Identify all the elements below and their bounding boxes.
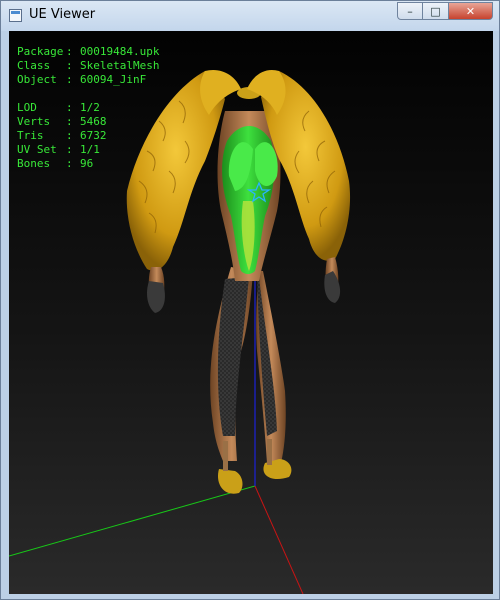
info-row-class: Class: SkeletalMesh (17, 59, 159, 73)
info-separator: : (66, 101, 73, 114)
info-value: 00019484.upk (80, 45, 160, 58)
info-value: 5468 (80, 115, 107, 128)
mesh-info-overlay: Package:00019484.upk Class: SkeletalMesh … (17, 45, 159, 171)
info-separator: : (66, 59, 73, 72)
info-label: Verts (17, 115, 51, 128)
info-separator: : (66, 129, 73, 142)
info-row-tris: Tris:6732 (17, 129, 159, 143)
info-separator: : (66, 157, 73, 170)
character-model (126, 69, 351, 494)
info-row-object: Object:60094_JinF (17, 73, 159, 87)
info-label: Package (17, 45, 64, 58)
info-label: Object (17, 73, 57, 86)
minimize-icon: – (407, 4, 413, 18)
info-separator: : (66, 143, 73, 156)
maximize-icon: □ (430, 4, 441, 18)
minimize-button[interactable]: – (397, 2, 423, 20)
app-window: UE Viewer – □ ✕ Package: 00019484.upk C… (0, 0, 500, 600)
info-label: Bones (17, 157, 51, 170)
info-separator: : (66, 45, 73, 58)
info-value: 1/2 (80, 101, 100, 114)
y-axis-line (9, 485, 256, 557)
info-value: 60094_JinF (80, 73, 147, 86)
info-row-verts: Verts:5468 (17, 115, 159, 129)
3d-viewport[interactable]: Package:00019484.upk Class: SkeletalMesh … (9, 31, 493, 594)
window-title: UE Viewer (29, 7, 96, 22)
info-label: LOD (17, 101, 37, 114)
info-value: 1/1 (80, 143, 100, 156)
info-label: Tris (17, 129, 44, 142)
info-separator: : (66, 73, 73, 86)
window-controls: – □ ✕ (397, 2, 493, 20)
info-row-uvset: UV Set:1/1 (17, 143, 159, 157)
maximize-button[interactable]: □ (423, 2, 449, 20)
x-axis-line (254, 485, 304, 594)
title-bar[interactable]: UE Viewer – □ ✕ (1, 1, 499, 31)
close-button[interactable]: ✕ (449, 2, 493, 20)
info-separator: : (66, 115, 73, 128)
info-row-bones: Bones:96 (17, 157, 159, 171)
info-label: Class (17, 59, 51, 72)
info-value: SkeletalMesh (80, 59, 160, 72)
info-row-package: Package:00019484.upk (17, 45, 159, 59)
app-window-icon (9, 9, 22, 22)
info-row-lod: LOD:1/2 (17, 101, 159, 115)
info-label: UV Set (17, 143, 57, 156)
info-value: 6732 (80, 129, 107, 142)
close-icon: ✕ (465, 4, 476, 18)
info-value: 96 (80, 157, 94, 170)
